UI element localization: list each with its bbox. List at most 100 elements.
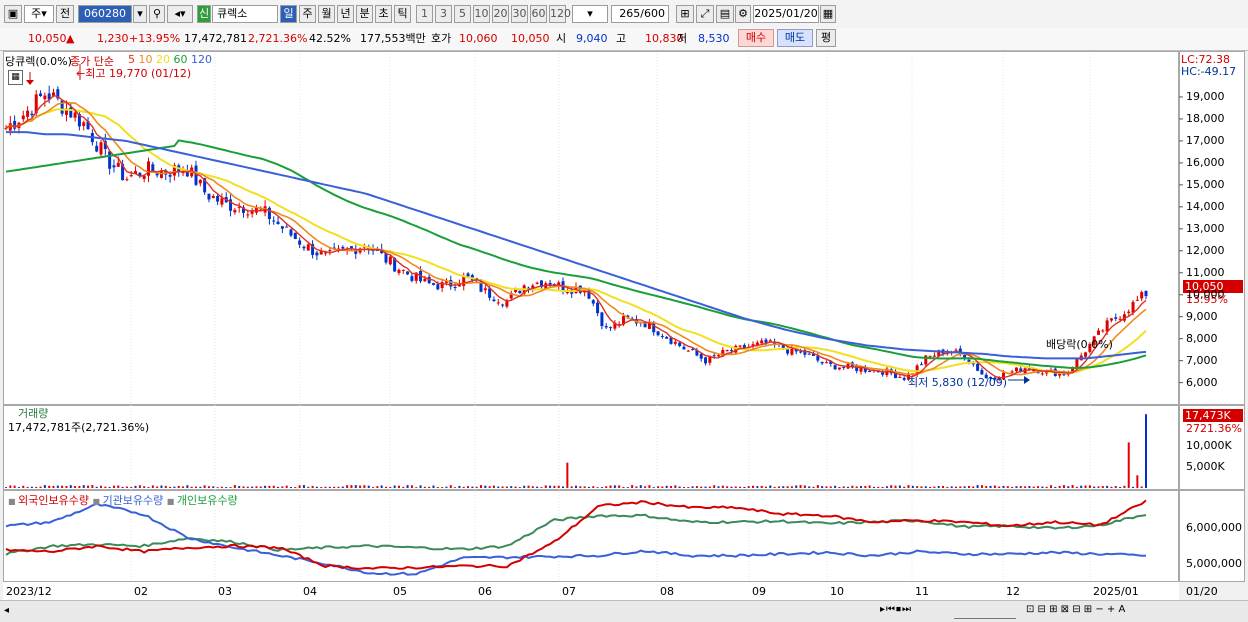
candle-body — [673, 341, 677, 344]
volume-bar — [1054, 486, 1057, 488]
candle-body — [799, 351, 803, 353]
volume-bar — [1024, 486, 1027, 488]
candle-body — [833, 365, 837, 370]
candle-body — [898, 376, 902, 378]
playback-controls[interactable]: ▸⏮⏹⏭ — [880, 604, 946, 618]
candle-body — [604, 326, 608, 328]
volume-bar — [799, 485, 802, 488]
candle-body — [108, 151, 112, 169]
candle-body — [738, 345, 742, 347]
volume-bar — [544, 485, 547, 488]
volume-bar — [264, 485, 267, 488]
volume-bar — [134, 485, 137, 488]
volume-bar — [48, 485, 51, 488]
candle-body — [1127, 311, 1131, 314]
candle-body — [1084, 352, 1088, 357]
volume-bar — [920, 486, 923, 488]
ma120-line — [6, 131, 1147, 360]
volume-bar — [74, 486, 77, 488]
candle-body — [298, 240, 302, 245]
volume-bar — [78, 485, 81, 488]
holding-legend-box-1: ■ — [92, 497, 103, 506]
candle-body — [842, 366, 846, 368]
volume-bar — [855, 486, 858, 488]
volume-bar — [52, 485, 55, 488]
volume-value: 17,472,781주(2,721.36%) — [8, 421, 150, 434]
price-tick-7: 12,000 — [1186, 243, 1225, 257]
volume-bar — [635, 486, 638, 488]
volume-bar — [834, 485, 837, 488]
volume-bar — [790, 486, 793, 488]
volume-bar — [285, 485, 288, 488]
candle-body — [669, 337, 673, 344]
low-note: 최저 5,830 (12/09) — [908, 376, 1008, 389]
volume-bar — [1123, 485, 1126, 488]
holding-legend-1: 기관보유수량 — [102, 494, 167, 507]
candle-body — [1131, 301, 1135, 313]
volume-bar — [1058, 485, 1061, 488]
volume-bar — [82, 485, 85, 488]
holding-legend-box-0: ■ — [8, 497, 19, 506]
candle-body — [807, 353, 811, 355]
candle-body — [1105, 320, 1109, 332]
volume-bar — [61, 485, 64, 488]
volume-bar — [1006, 486, 1009, 488]
price-tick-4: 15,000 — [1186, 177, 1225, 191]
view-tools[interactable]: ⊡ ⊟ ⊞ ⊠ ⊟ ⊞ − + A — [1026, 604, 1125, 615]
volume-bar — [963, 486, 966, 488]
candle-body — [82, 122, 86, 126]
candle-body — [725, 350, 729, 352]
volume-bar — [1106, 485, 1109, 488]
volume-bar — [30, 486, 33, 488]
volume-bar — [929, 486, 932, 488]
volume-bar — [967, 485, 970, 488]
zoom-slider[interactable] — [954, 604, 1016, 619]
volume-bar — [916, 486, 919, 488]
volume-bar — [998, 486, 1001, 488]
volume-bar — [415, 487, 418, 488]
price-tick-6: 13,000 — [1186, 221, 1225, 235]
candle-body — [868, 370, 872, 373]
volume-bar — [605, 486, 608, 488]
holding-tick-1: 5,000,000 — [1186, 557, 1242, 570]
volume-bar — [553, 485, 556, 488]
volume-bar — [665, 485, 668, 488]
candle-body — [496, 302, 500, 304]
volume-bar — [907, 485, 910, 488]
volume-bar — [354, 485, 357, 488]
volume-bar — [220, 486, 223, 488]
volume-bar — [17, 487, 20, 488]
candle-body — [764, 339, 768, 343]
volume-bar — [1101, 486, 1104, 488]
candle-body — [328, 250, 332, 252]
volume-bar — [441, 487, 444, 488]
volume-bar — [207, 486, 210, 488]
candle-body — [729, 350, 733, 352]
candle-body — [596, 302, 600, 314]
volume-bar — [26, 486, 29, 488]
volume-bar — [290, 486, 292, 488]
volume-bar — [307, 486, 310, 488]
volume-bar — [488, 486, 491, 488]
volume-bar — [829, 486, 832, 488]
volume-bar — [609, 485, 612, 488]
volume-bar — [1093, 486, 1096, 488]
scroll-left-icon[interactable]: ◂ — [4, 605, 9, 616]
volume-bar — [13, 485, 16, 488]
volume-bar — [428, 486, 431, 488]
candle-body — [432, 283, 435, 285]
candle-body — [211, 196, 215, 199]
candle-body — [820, 361, 824, 364]
volume-bar — [121, 486, 124, 488]
scroll-bar[interactable]: ◂ ▸⏮⏹⏭ ⊡ ⊟ ⊞ ⊠ ⊟ ⊞ − + A — [0, 600, 1248, 622]
volume-bar — [769, 485, 772, 488]
volume-bar — [1075, 486, 1078, 488]
volume-bar — [704, 486, 707, 488]
candle-body — [436, 284, 440, 290]
volume-bar — [475, 486, 478, 488]
volume-bar — [946, 486, 949, 488]
volume-bar — [246, 486, 249, 488]
candle-body — [501, 304, 505, 306]
panel-menu-icon[interactable]: ▦ — [8, 70, 23, 85]
candle-body — [691, 349, 695, 351]
